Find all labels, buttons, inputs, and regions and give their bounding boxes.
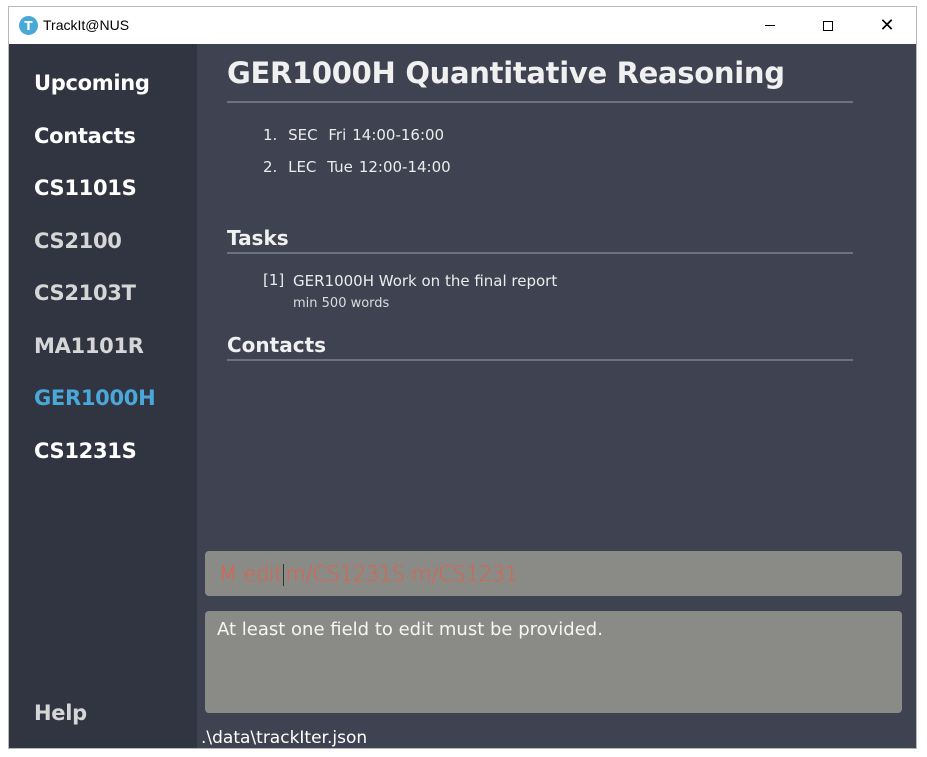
close-icon: ✕ [879,14,895,36]
app-window: T TrackIt@NUS ✕ Upcoming Contacts CS1101… [8,6,917,749]
lesson-index: 1. [263,126,278,144]
task-description: min 500 words [293,296,390,311]
minimize-button[interactable] [741,7,799,44]
lesson-item: 2. LEC Tue 12:00-14:00 [263,158,457,176]
sidebar-item-cs2100[interactable]: CS2100 [34,229,122,253]
sidebar-item-cs1101s[interactable]: CS1101S [34,176,137,200]
lesson-type: SEC [288,126,318,144]
lesson-day: Fri [328,126,347,144]
contacts-divider [227,359,853,361]
sidebar-item-ger1000h[interactable]: GER1000H [34,386,156,410]
sidebar-item-ma1101r[interactable]: MA1101R [34,334,144,358]
lesson-time: 12:00-14:00 [358,158,451,176]
window-title: TrackIt@NUS [43,17,130,33]
close-button[interactable]: ✕ [858,7,916,44]
result-display: At least one field to edit must be provi… [205,611,902,713]
tasks-heading: Tasks [227,226,289,250]
maximize-icon [823,20,833,31]
command-input-box[interactable]: M edit m/CS1231S m/CS1231 [205,551,902,596]
title-bar[interactable]: T TrackIt@NUS ✕ [9,7,916,44]
command-input[interactable]: M edit m/CS1231S m/CS1231 [219,562,518,586]
sidebar-item-contacts[interactable]: Contacts [34,124,136,148]
lesson-time: 14:00-16:00 [352,126,445,144]
sidebar-item-cs1231s[interactable]: CS1231S [34,439,137,463]
tasks-divider [227,252,853,254]
command-text-before-caret: M edit [219,561,283,586]
command-text-after-caret: m/CS1231S m/CS1231 [285,561,518,586]
sidebar-item-cs2103t[interactable]: CS2103T [34,281,136,305]
lesson-type: LEC [288,158,317,176]
status-bar-file-path: .\data\trackIter.json [201,728,368,748]
contacts-heading: Contacts [227,333,327,357]
lesson-index: 2. [263,158,278,176]
lesson-item: 1. SEC Fri 14:00-16:00 [263,126,450,144]
lesson-day: Tue [327,158,353,176]
sidebar-item-upcoming[interactable]: Upcoming [34,71,150,95]
task-index: [1] [263,271,285,289]
app-content: Upcoming Contacts CS1101S CS2100 CS2103T… [9,44,916,748]
app-logo-icon: T [19,16,38,35]
maximize-button[interactable] [799,7,857,44]
module-title: GER1000H Quantitative Reasoning [227,56,785,90]
sidebar-item-help[interactable]: Help [34,701,87,725]
module-panel: GER1000H Quantitative Reasoning 1. SEC F… [197,44,916,748]
title-divider [227,101,853,103]
result-message: At least one field to edit must be provi… [217,619,603,640]
task-title: GER1000H Work on the final report [293,272,558,290]
sidebar: Upcoming Contacts CS1101S CS2100 CS2103T… [9,44,197,748]
minimize-icon [765,25,775,26]
